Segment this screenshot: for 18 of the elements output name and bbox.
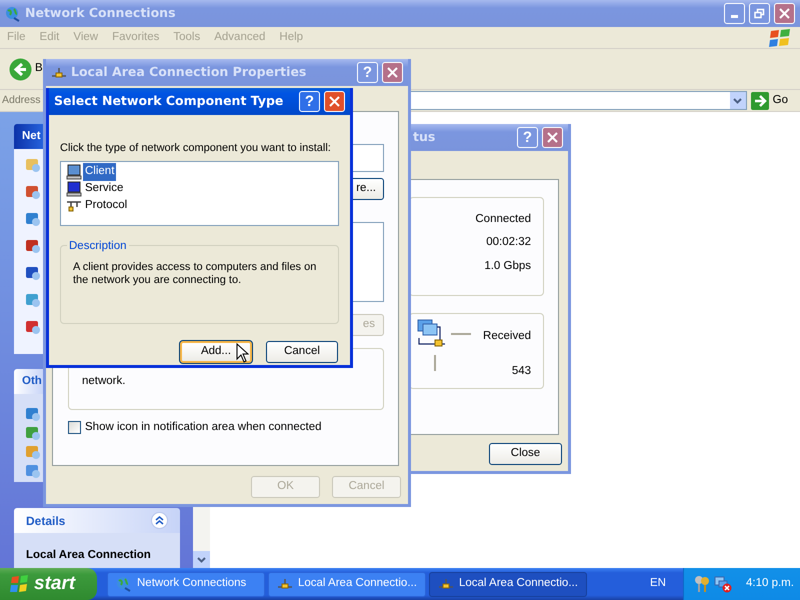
- panel-title: Details: [26, 512, 66, 530]
- status-value: Connected: [475, 212, 531, 227]
- connection-name: Local Area Connection: [26, 549, 151, 561]
- speed-value: 1.0 Gbps: [484, 258, 531, 274]
- duration-value: 00:02:32: [486, 235, 531, 250]
- window-title: Select Network Component Type: [54, 92, 284, 110]
- window-title: tus: [413, 128, 436, 146]
- prompt-text: Click the type of network component you want to install:: [60, 141, 332, 156]
- received-count: 543: [512, 364, 531, 380]
- window-title: Local Area Connection Properties: [71, 63, 308, 82]
- description-text: A client provides access to computers and files on the network you are connecting to.: [73, 260, 318, 286]
- panel-title: Net: [22, 128, 41, 144]
- description-text: network.: [82, 375, 126, 387]
- window-title: Network Connections: [25, 4, 177, 22]
- clock: 4:10 p.m.: [746, 576, 794, 592]
- received-label: Received: [483, 329, 531, 344]
- address-label: Address: [2, 92, 41, 108]
- panel-title: Oth: [22, 374, 42, 389]
